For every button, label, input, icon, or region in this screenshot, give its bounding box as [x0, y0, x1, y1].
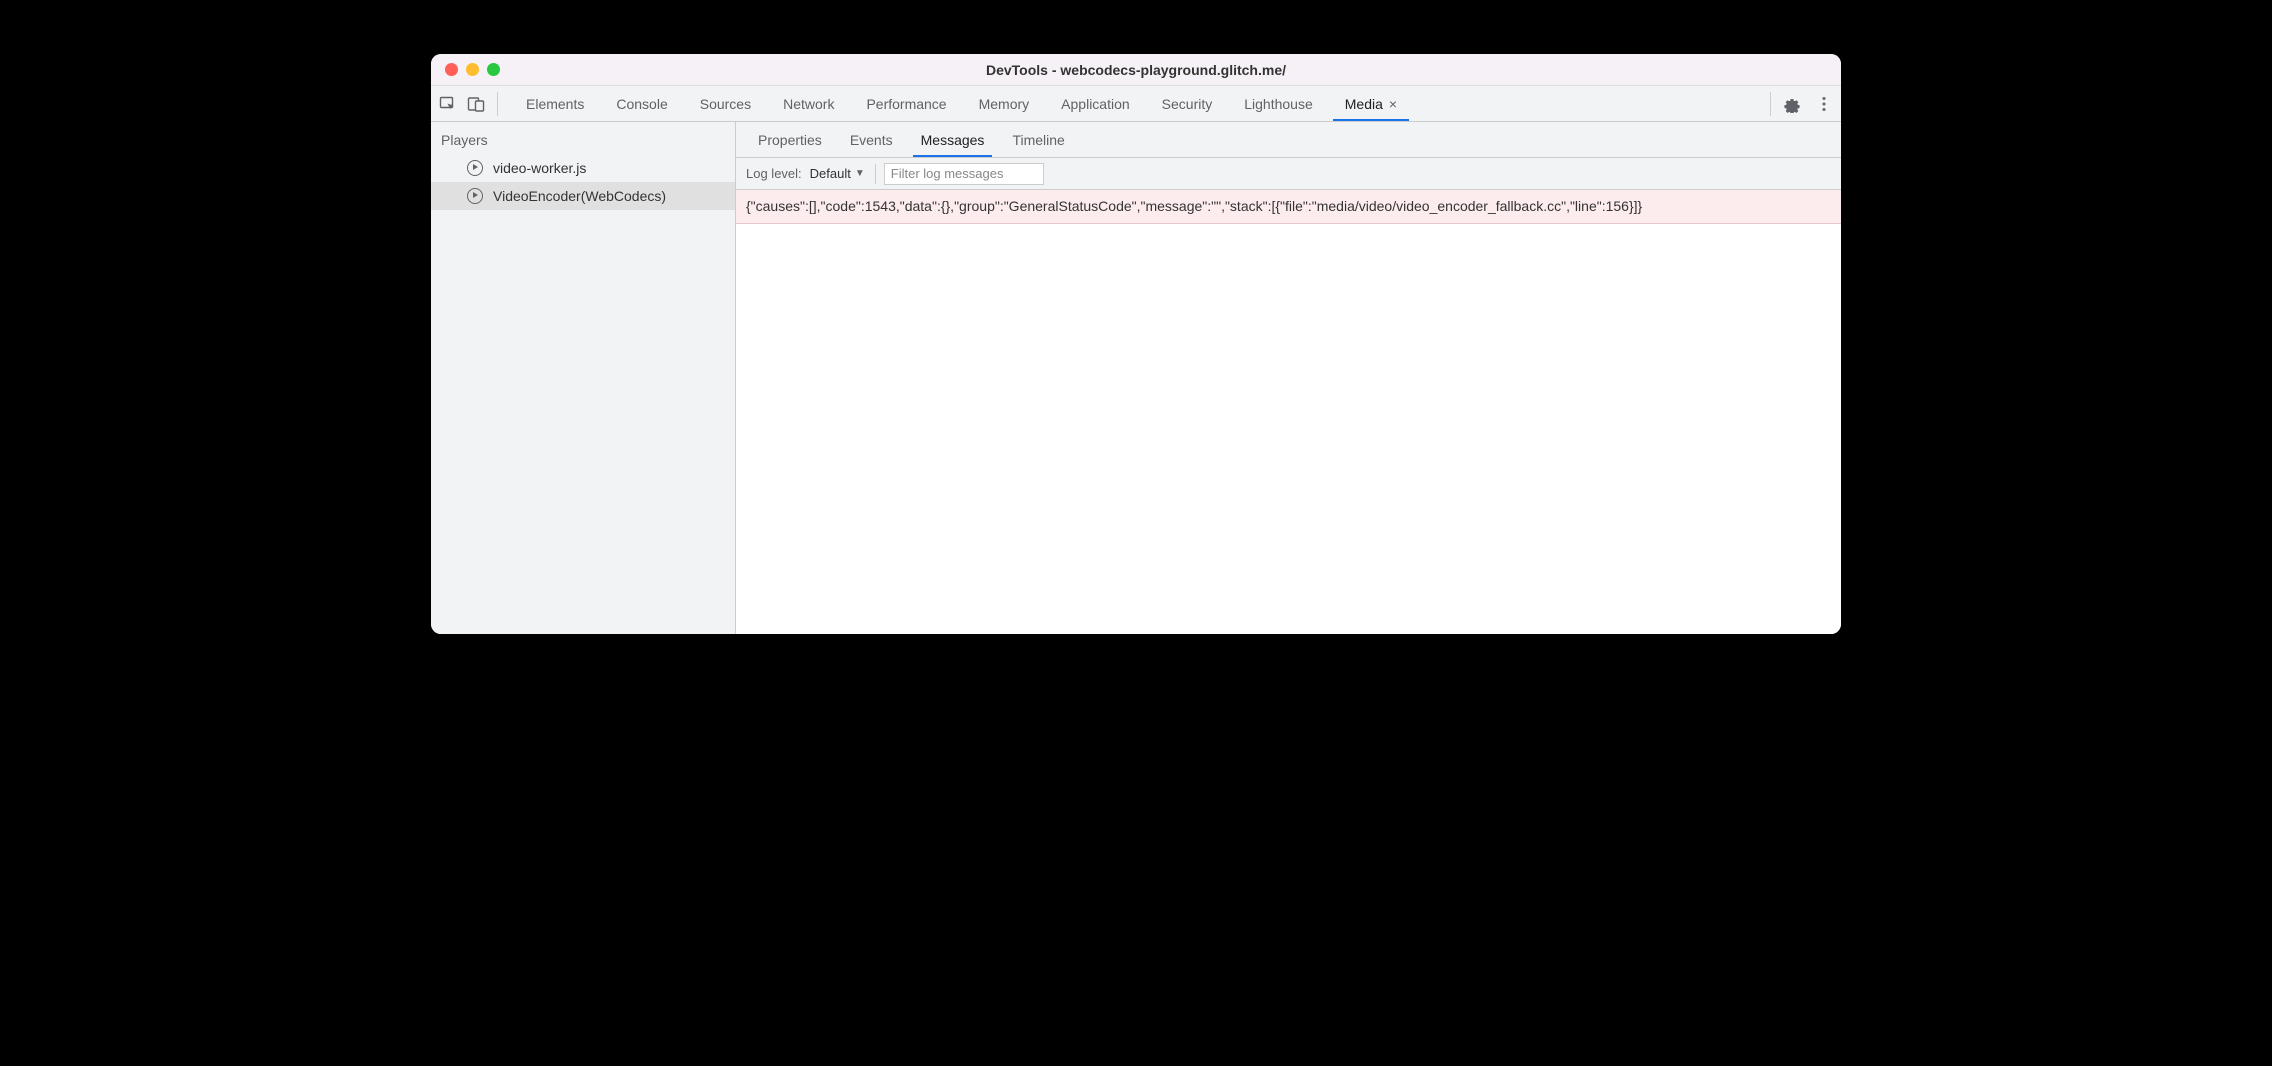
filter-input[interactable]: [884, 163, 1044, 185]
close-window-button[interactable]: [445, 63, 458, 76]
main-toolbar: Elements Console Sources Network Performance…: [431, 86, 1841, 122]
window-title: DevTools - webcodecs-playground.glitch.m…: [431, 62, 1841, 78]
loglevel-select[interactable]: Default ▼: [810, 164, 876, 184]
main-tabs: Elements Console Sources Network Performance…: [510, 86, 1770, 121]
player-list: video-worker.js VideoEncoder(WebCodecs): [431, 154, 735, 210]
tab-elements[interactable]: Elements: [510, 86, 600, 121]
play-icon: [467, 160, 483, 176]
maximize-window-button[interactable]: [487, 63, 500, 76]
minimize-window-button[interactable]: [466, 63, 479, 76]
tab-media[interactable]: Media ×: [1329, 86, 1413, 121]
tab-performance[interactable]: Performance: [850, 86, 962, 121]
subtab-events[interactable]: Events: [836, 122, 907, 157]
kebab-menu-icon[interactable]: [1815, 95, 1833, 113]
settings-gear-icon[interactable]: [1783, 95, 1801, 113]
tab-label: Lighthouse: [1244, 96, 1313, 112]
filter-bar: Log level: Default ▼: [736, 158, 1841, 190]
tab-lighthouse[interactable]: Lighthouse: [1228, 86, 1329, 121]
player-item[interactable]: video-worker.js: [431, 154, 735, 182]
play-icon: [467, 188, 483, 204]
tab-console[interactable]: Console: [600, 86, 683, 121]
log-message-row[interactable]: {"causes":[],"code":1543,"data":{},"grou…: [736, 190, 1841, 224]
player-label: VideoEncoder(WebCodecs): [493, 188, 666, 204]
tab-application[interactable]: Application: [1045, 86, 1146, 121]
traffic-lights: [431, 63, 500, 76]
player-item[interactable]: VideoEncoder(WebCodecs): [431, 182, 735, 210]
dropdown-arrow-icon: ▼: [855, 168, 865, 179]
body: Players video-worker.js VideoEncoder(WebC…: [431, 122, 1841, 634]
messages-list: {"causes":[],"code":1543,"data":{},"grou…: [736, 190, 1841, 634]
content-pane: PropertiesEventsMessagesTimeline Log lev…: [736, 122, 1841, 634]
tab-label: Console: [616, 96, 667, 112]
toolbar-left-group: [439, 92, 498, 116]
tab-label: Media: [1345, 96, 1383, 112]
tab-memory[interactable]: Memory: [963, 86, 1046, 121]
titlebar: DevTools - webcodecs-playground.glitch.m…: [431, 54, 1841, 86]
tab-label: Performance: [866, 96, 946, 112]
subtab-properties[interactable]: Properties: [744, 122, 836, 157]
sidebar: Players video-worker.js VideoEncoder(WebC…: [431, 122, 736, 634]
inspect-element-icon[interactable]: [439, 95, 457, 113]
sidebar-title: Players: [431, 122, 735, 154]
tab-label: Network: [783, 96, 834, 112]
loglevel-value: Default: [810, 166, 851, 181]
tab-label: Application: [1061, 96, 1130, 112]
tab-security[interactable]: Security: [1146, 86, 1229, 121]
subtab-timeline[interactable]: Timeline: [998, 122, 1078, 157]
devtools-window: DevTools - webcodecs-playground.glitch.m…: [431, 54, 1841, 634]
tab-label: Sources: [700, 96, 751, 112]
tab-sources[interactable]: Sources: [684, 86, 767, 121]
tab-label: Elements: [526, 96, 584, 112]
tab-label: Memory: [979, 96, 1030, 112]
toolbar-right-group: [1770, 92, 1833, 116]
subtab-messages[interactable]: Messages: [907, 122, 999, 157]
close-tab-icon[interactable]: ×: [1389, 96, 1397, 112]
device-toolbar-icon[interactable]: [467, 95, 485, 113]
tab-network[interactable]: Network: [767, 86, 850, 121]
loglevel-label: Log level:: [746, 166, 802, 181]
player-label: video-worker.js: [493, 160, 586, 176]
subtabs: PropertiesEventsMessagesTimeline: [736, 122, 1841, 158]
tab-label: Security: [1162, 96, 1213, 112]
